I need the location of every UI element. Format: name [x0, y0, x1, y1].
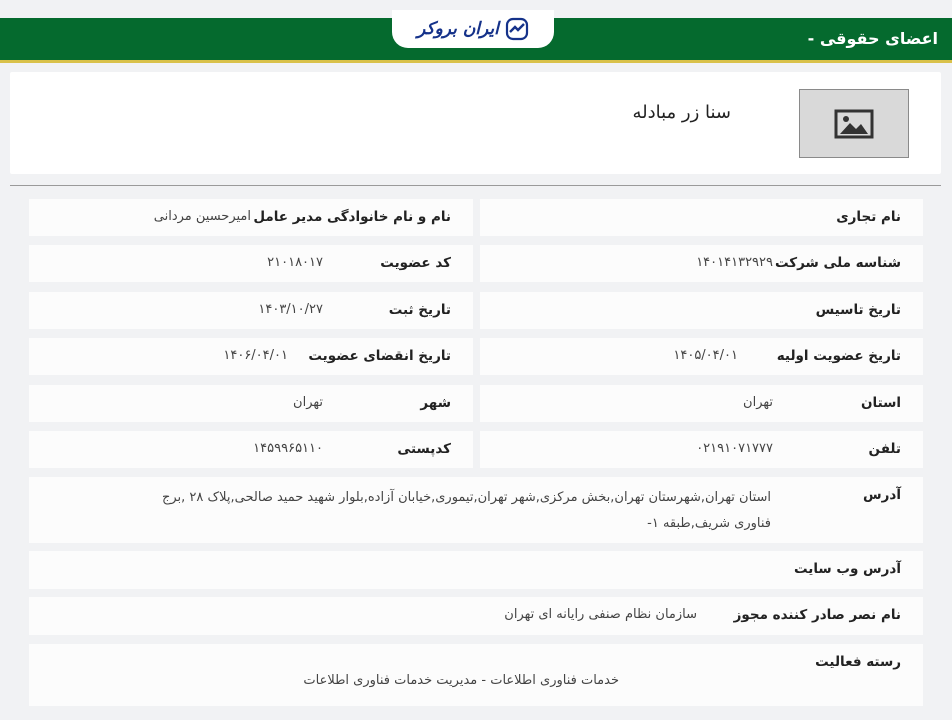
activity-field: رسته فعالیت خدمات فناوری اطلاعات - مدیری…	[29, 644, 923, 706]
field-label: شهر	[420, 395, 451, 411]
national-id-field: شناسه ملی شرکت ۱۴۰۱۴۱۳۲۹۲۹	[480, 245, 923, 282]
trade-name-field: نام تجاری	[480, 199, 923, 236]
website-field: آدرس وب سایت	[29, 551, 923, 589]
field-label: شناسه ملی شرکت	[774, 255, 901, 271]
membership-end-field: تاریخ انقضای عضویت ۱۴۰۶/۰۴/۰۱	[29, 338, 473, 375]
founded-field: تاریخ تاسیس	[480, 292, 923, 329]
member-code-field: کد عضویت ۲۱۰۱۸۰۱۷	[29, 245, 473, 282]
field-value: تهران	[293, 395, 323, 410]
city-field: شهر تهران	[29, 385, 473, 422]
image-placeholder-icon	[834, 109, 874, 138]
field-value: ۲۱۰۱۸۰۱۷	[267, 255, 323, 270]
address-field: آدرس استان تهران,شهرستان تهران,بخش مرکزی…	[29, 477, 923, 543]
divider	[10, 185, 941, 186]
field-label: تاریخ عضویت اولیه	[776, 348, 901, 364]
field-label: نام نصر صادر کننده مجوز	[733, 607, 901, 623]
field-label: تاریخ ثبت	[388, 302, 451, 318]
phone-field: تلفن ۰۲۱۹۱۰۷۱۷۷۷	[480, 431, 923, 468]
field-value: ۱۴۰۶/۰۴/۰۱	[223, 348, 288, 363]
field-value: ۱۴۵۹۹۶۵۱۱۰	[253, 441, 323, 456]
field-label: نام تجاری	[836, 209, 901, 225]
field-value: سازمان نظام صنفی رایانه ای تهران	[504, 607, 697, 622]
field-label: آدرس	[863, 487, 901, 503]
field-value: ۱۴۰۵/۰۴/۰۱	[673, 348, 738, 363]
chart-trend-icon	[505, 17, 528, 41]
field-label: آدرس وب سایت	[793, 561, 901, 577]
company-logo	[799, 89, 909, 158]
field-label: کد عضویت	[380, 255, 451, 271]
field-value: ۱۴۰۳/۱۰/۲۷	[258, 302, 323, 317]
field-value: ۰۲۱۹۱۰۷۱۷۷۷	[696, 441, 773, 456]
province-field: استان تهران	[480, 385, 923, 422]
field-label: تاریخ تاسیس	[815, 302, 901, 318]
field-value: استان تهران,شهرستان تهران,بخش مرکزی,شهر …	[161, 490, 771, 531]
field-value: خدمات فناوری اطلاعات - مدیریت خدمات فناو…	[303, 673, 619, 688]
field-value: امیرحسین مردانی	[153, 209, 251, 224]
registered-field: تاریخ ثبت ۱۴۰۳/۱۰/۲۷	[29, 292, 473, 329]
field-label: تلفن	[868, 441, 901, 457]
page-title: اعضای حقوقی -	[807, 29, 938, 48]
field-label: تاریخ انقضای عضویت	[308, 348, 451, 364]
company-card: سنا زر مبادله	[10, 72, 941, 174]
logo[interactable]: ایران بروکر	[392, 10, 554, 48]
field-label: رسته فعالیت	[815, 654, 901, 670]
field-label: کدپستی	[397, 441, 451, 457]
company-name: سنا زر مبادله	[632, 102, 731, 123]
postal-code-field: کدپستی ۱۴۵۹۹۶۵۱۱۰	[29, 431, 473, 468]
field-label: استان	[860, 395, 901, 411]
field-value: تهران	[743, 395, 773, 410]
membership-start-field: تاریخ عضویت اولیه ۱۴۰۵/۰۴/۰۱	[480, 338, 923, 375]
field-value: ۱۴۰۱۴۱۳۲۹۲۹	[696, 255, 773, 270]
logo-text: ایران بروکر	[417, 19, 499, 39]
license-issuer-field: نام نصر صادر کننده مجوز سازمان نظام صنفی…	[29, 597, 923, 635]
ceo-field: نام و نام خانوادگی مدیر عامل امیرحسین مر…	[29, 199, 473, 236]
field-label: نام و نام خانوادگی مدیر عامل	[253, 209, 451, 225]
